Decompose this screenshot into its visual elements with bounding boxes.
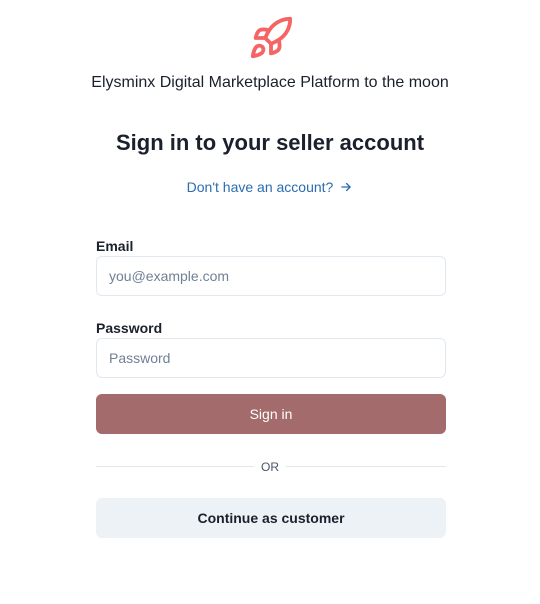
email-label: Email (96, 238, 134, 254)
password-field[interactable] (96, 338, 446, 378)
divider-label: OR (261, 460, 279, 474)
signup-link[interactable]: Don't have an account? (0, 177, 540, 199)
continue-as-customer-button[interactable]: Continue as customer (96, 498, 446, 538)
divider-line-left (96, 466, 254, 467)
sign-in-button[interactable]: Sign in (96, 394, 446, 434)
arrow-right-icon (339, 179, 353, 199)
page-title: Sign in to your seller account (115, 130, 425, 155)
brand-tagline: Elysminx Digital Marketplace Platform to… (91, 74, 449, 91)
rocket-icon (248, 15, 294, 61)
email-field[interactable] (96, 256, 446, 296)
password-label: Password (96, 320, 163, 336)
signup-link-label: Don't have an account? (186, 179, 334, 195)
divider-line-right (286, 466, 446, 467)
sign-in-page: Elysminx Digital Marketplace Platform to… (0, 0, 540, 604)
or-divider: OR (96, 458, 446, 476)
